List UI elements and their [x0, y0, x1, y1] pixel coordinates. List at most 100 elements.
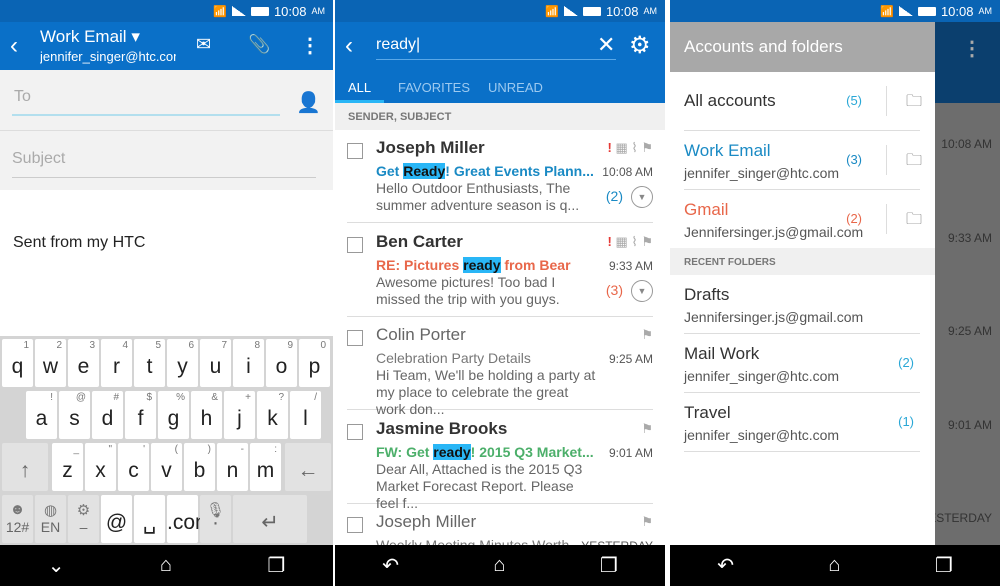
subject-suffix: from Bear	[500, 256, 571, 273]
email-subject: Get Ready! Great Events Plann...	[376, 163, 594, 179]
key-secondary: 9	[287, 340, 293, 351]
key-p[interactable]: p0	[299, 339, 330, 387]
home-icon[interactable]: ⌂	[493, 554, 505, 577]
account-row[interactable]: Work Email jennifer_singer@htc.com (3) 🗀	[684, 131, 922, 190]
to-field[interactable]: To	[12, 88, 280, 116]
key-w[interactable]: w2	[35, 339, 66, 387]
key-com[interactable]: .com	[167, 495, 213, 543]
back-icon[interactable]: ‹	[345, 32, 353, 60]
back-nav-icon[interactable]: ↶	[717, 553, 734, 578]
flag-icon[interactable]: ⚑	[641, 327, 653, 342]
send-icon[interactable]: ✉	[196, 34, 211, 55]
email-checkbox[interactable]	[347, 330, 363, 346]
key-h[interactable]: h &	[191, 391, 222, 439]
key-f[interactable]: f $	[125, 391, 156, 439]
email-checkbox[interactable]	[347, 517, 363, 533]
dimmed-email-time: 9:01 AM	[947, 417, 992, 432]
tab-all[interactable]: ALL	[348, 80, 371, 95]
wifi-icon: 📶	[880, 5, 894, 18]
flag-icon[interactable]: ⚑	[641, 421, 653, 436]
key-[interactable]: ↑	[2, 443, 48, 491]
email-row[interactable]: Colin Porter Celebration Party Details Hi …	[347, 317, 653, 417]
key-l[interactable]: l /	[290, 391, 321, 439]
key-y[interactable]: y6	[167, 339, 198, 387]
key-e[interactable]: e3	[68, 339, 99, 387]
key-z[interactable]: z _	[52, 443, 83, 491]
folder-row[interactable]: Drafts Jennifersinger.js@gmail.com	[684, 275, 920, 334]
attach-icon[interactable]: 📎	[248, 34, 270, 55]
contact-icon[interactable]: 👤	[296, 90, 321, 115]
folder-icon[interactable]: 🗀	[886, 145, 922, 175]
key-m[interactable]: m:	[250, 443, 281, 491]
account-row[interactable]: Gmail Jennifersinger.js@gmail.com (2) 🗀	[684, 190, 922, 249]
key-t[interactable]: t5	[134, 339, 165, 387]
key-g[interactable]: g%	[158, 391, 189, 439]
email-row[interactable]: Jasmine Brooks FW: Get ready! 2015 Q3 Mar…	[347, 411, 653, 511]
back-icon[interactable]: ‹	[10, 32, 18, 60]
home-icon[interactable]: ⌂	[160, 554, 172, 577]
flag-icon[interactable]: ⚑	[641, 140, 653, 155]
email-checkbox[interactable]	[347, 236, 363, 253]
subject-field[interactable]: Subject	[12, 150, 316, 178]
recents-icon[interactable]: ❐	[600, 553, 618, 578]
recents-icon[interactable]: ❐	[267, 553, 285, 578]
tab-unread[interactable]: UNREAD	[488, 80, 543, 95]
key-[interactable]: ↵	[233, 495, 307, 543]
key-i[interactable]: i8	[233, 339, 264, 387]
key-[interactable]: ␣	[134, 495, 165, 543]
hide-keyboard-icon[interactable]: ⌄	[48, 553, 65, 578]
key-o[interactable]: o9	[266, 339, 297, 387]
key-n[interactable]: n-	[217, 443, 248, 491]
key-b[interactable]: b)	[184, 443, 215, 491]
key-secondary: !	[50, 392, 53, 403]
key-s[interactable]: s @	[59, 391, 90, 439]
clock-ampm: AM	[311, 6, 326, 16]
more-icon[interactable]: ⋮	[300, 33, 320, 58]
flag-icon[interactable]: ⚑	[641, 514, 653, 529]
search-input[interactable]: ready|	[376, 36, 616, 60]
folder-icon[interactable]: 🗀	[886, 86, 922, 116]
recents-icon[interactable]: ❐	[935, 553, 953, 578]
folder-row[interactable]: Travel jennifer_singer@htc.com (1)	[684, 393, 920, 452]
settings-icon[interactable]: ⚙	[629, 31, 651, 60]
attachment-icon: ⌇	[631, 140, 642, 155]
key-[interactable]: – ⚙	[68, 495, 99, 543]
key-x[interactable]: x "	[85, 443, 116, 491]
clear-icon[interactable]: ✕	[597, 32, 615, 58]
key-r[interactable]: r4	[101, 339, 132, 387]
key-[interactable]: · 🎙	[200, 495, 231, 543]
email-subject: RE: Pictures ready from Bear	[376, 256, 571, 273]
expand-thread-icon[interactable]: ▼	[631, 186, 653, 208]
key-label: y	[177, 355, 188, 378]
folder-row[interactable]: Mail Work jennifer_singer@htc.com (2)	[684, 334, 920, 393]
key-k[interactable]: k?	[257, 391, 288, 439]
folder-name: Travel	[684, 403, 731, 422]
dimmed-email-time: 9:25 AM	[947, 324, 992, 338]
key-u[interactable]: u7	[200, 339, 231, 387]
key-c[interactable]: c '	[118, 443, 149, 491]
key-a[interactable]: a!	[26, 391, 57, 439]
email-row[interactable]: Ben Carter RE: Pictures ready from Bear Aw…	[347, 224, 653, 317]
dimmed-list[interactable]: ⋮ 10:08 AM 9:33 AM 9:25 AM 9:01 AM ESTERDAY	[928, 22, 1000, 545]
key-q[interactable]: q1	[2, 339, 33, 387]
key-v[interactable]: v(	[151, 443, 182, 491]
account-selector[interactable]: Work Email ▾	[40, 27, 140, 47]
key-12[interactable]: 12# ☻	[2, 495, 33, 543]
email-checkbox[interactable]	[347, 423, 363, 440]
folder-icon[interactable]: 🗀	[886, 204, 922, 234]
key-j[interactable]: j +	[224, 391, 255, 439]
key-secondary: /	[314, 392, 317, 403]
expand-thread-icon[interactable]: ▼	[631, 279, 653, 302]
key-[interactable]: ←	[285, 443, 331, 491]
back-nav-icon[interactable]: ↶	[382, 553, 399, 578]
email-checkbox[interactable]	[347, 143, 363, 159]
email-row[interactable]: Joseph Miller Get Ready! Great Events Pla…	[347, 130, 653, 223]
home-icon[interactable]: ⌂	[828, 554, 840, 577]
key-[interactable]: @	[101, 495, 132, 543]
flag-icon[interactable]: ⚑	[641, 234, 653, 249]
tab-favorites[interactable]: FAVORITES	[398, 80, 470, 95]
account-row[interactable]: All accounts (5) 🗀	[684, 72, 922, 131]
body-field[interactable]: Sent from my HTC	[0, 190, 333, 336]
key-d[interactable]: d #	[92, 391, 123, 439]
key-EN[interactable]: EN ◍	[35, 495, 66, 543]
